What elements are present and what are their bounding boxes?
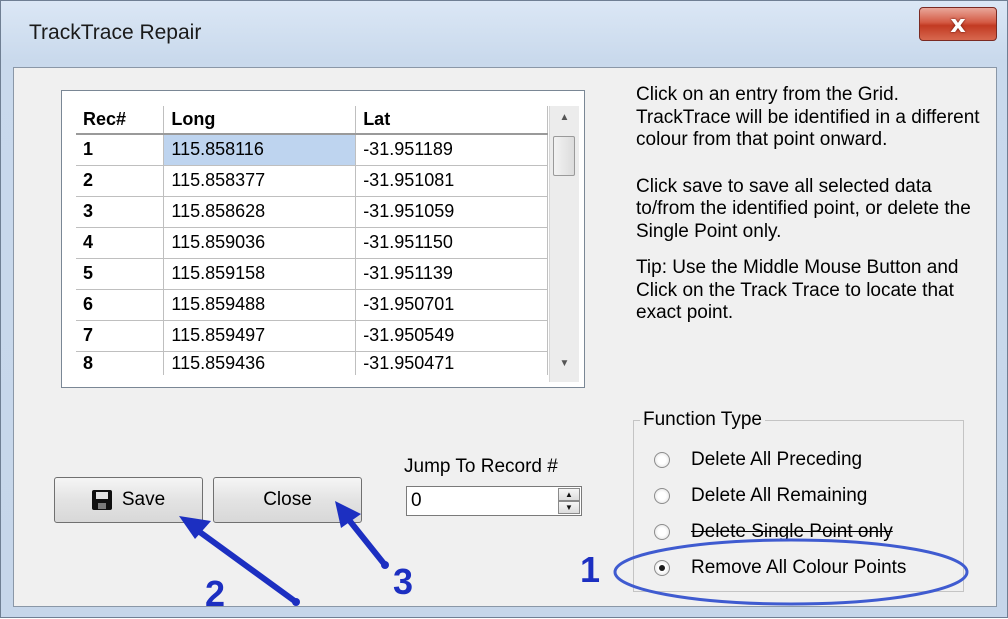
table-row[interactable]: 1 115.858116 -31.951189 [76, 134, 548, 166]
cell-long[interactable]: 115.859036 [163, 227, 357, 259]
arrow-down-icon[interactable]: ▼ [550, 358, 579, 382]
radio-label[interactable]: Remove All Colour Points [691, 557, 906, 579]
cell-rec[interactable]: 8 [76, 351, 165, 375]
radio-remove-all-colour-points[interactable]: Remove All Colour Points [654, 555, 906, 581]
cell-lat[interactable]: -31.950549 [355, 320, 548, 352]
save-button[interactable]: Save [54, 477, 203, 523]
floppy-disk-icon [91, 490, 112, 510]
cell-lat[interactable]: -31.950701 [355, 289, 548, 321]
table-row[interactable]: 4 115.859036 -31.951150 [76, 227, 548, 259]
instructions-paragraph-tip: Tip: Use the Middle Mouse Button and Cli… [636, 257, 959, 323]
cell-rec[interactable]: 3 [76, 196, 165, 228]
radio-button-icon[interactable] [654, 452, 670, 468]
cell-rec[interactable]: 5 [76, 258, 165, 290]
function-type-legend: Function Type [640, 409, 766, 431]
column-header-lat[interactable]: Lat [355, 106, 548, 135]
cell-rec[interactable]: 7 [76, 320, 165, 352]
radio-label[interactable]: Delete All Remaining [691, 485, 867, 507]
annotation-number-3: 3 [393, 561, 414, 602]
close-x-icon: x [950, 10, 966, 38]
cell-lat[interactable]: -31.950471 [355, 351, 548, 375]
cell-rec[interactable]: 6 [76, 289, 165, 321]
cell-long[interactable]: 115.859488 [163, 289, 357, 321]
track-trace-repair-window: TrackTrace Repair x Rec# Long Lat 1 115.8… [0, 0, 1008, 618]
annotation-number-2: 2 [205, 573, 226, 614]
column-header-long[interactable]: Long [163, 106, 357, 135]
jump-to-record-label: Jump To Record # [404, 456, 558, 477]
close-button[interactable]: Close [213, 477, 362, 523]
radio-delete-all-remaining[interactable]: Delete All Remaining [654, 483, 867, 509]
cell-lat[interactable]: -31.951139 [355, 258, 548, 290]
cell-long[interactable]: 115.858628 [163, 196, 357, 228]
cell-lat[interactable]: -31.951150 [355, 227, 548, 259]
cell-long[interactable]: 115.859436 [163, 351, 357, 375]
table-row[interactable]: 6 115.859488 -31.950701 [76, 289, 548, 321]
radio-delete-single-point[interactable]: Delete Single Point only [654, 519, 893, 545]
function-type-group: Function Type Delete All Preceding Delet… [633, 409, 964, 592]
arrow-down-icon[interactable]: ▼ [558, 501, 580, 514]
table-row[interactable]: 2 115.858377 -31.951081 [76, 165, 548, 197]
cell-long[interactable]: 115.858377 [163, 165, 357, 197]
radio-button-icon[interactable] [654, 488, 670, 504]
grid-header-row: Rec# Long Lat [76, 106, 548, 135]
cell-lat[interactable]: -31.951081 [355, 165, 548, 197]
cell-long[interactable]: 115.858116 [163, 134, 357, 166]
table-row[interactable]: 8 115.859436 -31.950471 [76, 351, 548, 375]
cell-rec[interactable]: 1 [76, 134, 165, 166]
grid-vertical-scrollbar[interactable]: ▲ ▼ [549, 106, 579, 382]
radio-label[interactable]: Delete Single Point only [691, 521, 893, 543]
cell-lat[interactable]: -31.951189 [355, 134, 548, 166]
annotation-number-1: 1 [580, 549, 601, 590]
arrow-up-icon[interactable]: ▲ [558, 488, 580, 501]
scrollbar-thumb[interactable] [553, 136, 575, 176]
record-grid[interactable]: Rec# Long Lat 1 115.858116 -31.951189 2 115… [76, 106, 548, 375]
table-row[interactable]: 5 115.859158 -31.951139 [76, 258, 548, 290]
cell-rec[interactable]: 2 [76, 165, 165, 197]
radio-button-selected-icon[interactable] [654, 560, 670, 576]
cell-long[interactable]: 115.859497 [163, 320, 357, 352]
table-row[interactable]: 7 115.859497 -31.950549 [76, 320, 548, 352]
jump-to-record-stepper[interactable]: ▲ ▼ [406, 486, 582, 516]
radio-label[interactable]: Delete All Preceding [691, 449, 862, 471]
record-grid-frame: Rec# Long Lat 1 115.858116 -31.951189 2 115… [61, 90, 585, 388]
dialog-client-area: Rec# Long Lat 1 115.858116 -31.951189 2 115… [13, 67, 997, 607]
cell-lat[interactable]: -31.951059 [355, 196, 548, 228]
instructions-text: Click on an entry from the Grid. TrackTr… [636, 84, 986, 349]
table-row[interactable]: 3 115.858628 -31.951059 [76, 196, 548, 228]
close-window-button[interactable]: x [919, 7, 997, 41]
arrow-up-icon[interactable]: ▲ [550, 112, 579, 136]
instructions-paragraph-grid: Click on an entry from the Grid. TrackTr… [636, 84, 980, 150]
cell-rec[interactable]: 4 [76, 227, 165, 259]
save-button-label: Save [121, 489, 166, 510]
close-button-label: Close [263, 489, 312, 510]
radio-delete-all-preceding[interactable]: Delete All Preceding [654, 447, 862, 473]
title-bar[interactable]: TrackTrace Repair x [1, 1, 1007, 67]
jump-to-record-input[interactable] [411, 489, 551, 513]
radio-button-icon[interactable] [654, 524, 670, 540]
instructions-paragraph-save: Click save to save all selected data to/… [636, 175, 971, 242]
column-header-rec[interactable]: Rec# [76, 106, 165, 135]
cell-long[interactable]: 115.859158 [163, 258, 357, 290]
window-title: TrackTrace Repair [29, 21, 202, 44]
